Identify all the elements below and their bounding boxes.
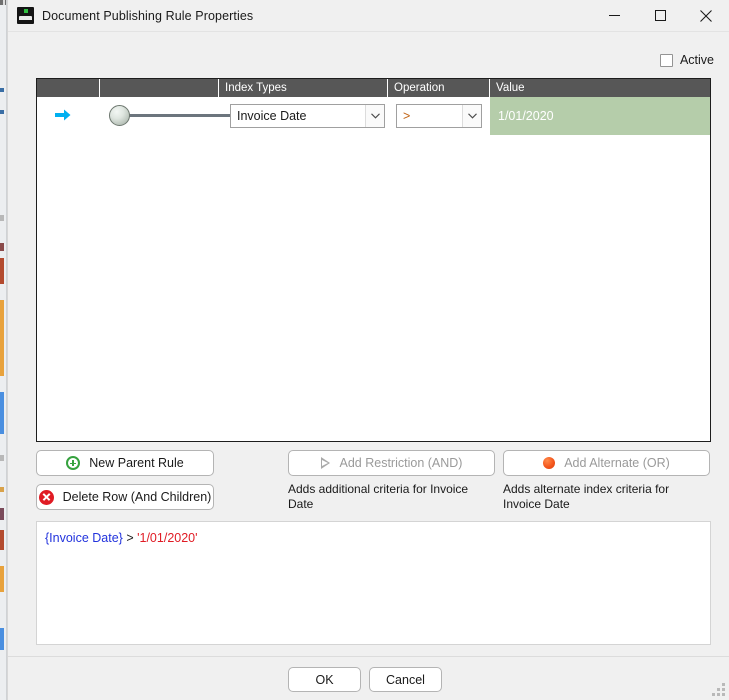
dialog-window: Document Publishing Rule Properties Acti… (7, 0, 729, 700)
background-accent-bar (0, 300, 4, 376)
play-triangle-icon (320, 457, 331, 469)
tree-node-bullet-icon[interactable] (109, 105, 130, 126)
expression-field-token: {Invoice Date} (45, 531, 123, 545)
background-accent-bar (0, 508, 4, 520)
background-accent-bar (0, 243, 4, 251)
column-header-operation[interactable]: Operation (387, 79, 489, 97)
window-controls (591, 0, 729, 31)
delete-circle-icon (38, 489, 54, 505)
background-accent-bar (0, 215, 4, 221)
add-restriction-button[interactable]: Add Restriction (AND) (288, 450, 495, 476)
background-accent-bar (0, 628, 4, 650)
column-header-value[interactable]: Value (489, 79, 710, 97)
column-header-index-types[interactable]: Index Types (218, 79, 387, 97)
operation-dropdown[interactable]: > (396, 104, 482, 128)
title-bar: Document Publishing Rule Properties (8, 0, 729, 31)
new-parent-rule-label: New Parent Rule (89, 456, 184, 470)
active-checkbox-row[interactable]: Active (659, 53, 714, 67)
current-row-arrow-icon (55, 108, 71, 122)
background-window-titlebar (0, 0, 6, 5)
plus-circle-icon (66, 456, 81, 470)
add-alternate-button[interactable]: Add Alternate (OR) (503, 450, 710, 476)
expression-preview[interactable]: {Invoice Date} > '1/01/2020' (36, 521, 711, 645)
screen: Document Publishing Rule Properties Acti… (0, 0, 729, 700)
table-row[interactable]: Invoice Date > 1/01/2020 (37, 97, 710, 135)
new-parent-rule-button[interactable]: New Parent Rule (36, 450, 214, 476)
operation-value: > (403, 109, 411, 123)
resize-grip[interactable] (712, 683, 725, 696)
add-alternate-label: Add Alternate (OR) (564, 456, 670, 470)
value-cell[interactable]: 1/01/2020 (490, 97, 710, 135)
cancel-button[interactable]: Cancel (369, 667, 442, 692)
dialog-footer: OK Cancel (8, 656, 729, 700)
ok-button[interactable]: OK (288, 667, 361, 692)
expression-operator-token: > (126, 531, 134, 545)
app-icon (17, 7, 34, 24)
expression-literal-token: '1/01/2020' (137, 531, 198, 545)
rule-grid-header: Index Types Operation Value (37, 79, 710, 97)
chevron-down-icon[interactable] (365, 105, 384, 127)
index-type-value: Invoice Date (237, 109, 307, 123)
background-accent-bar (0, 566, 4, 592)
background-accent-bar (0, 455, 4, 461)
maximize-button[interactable] (637, 0, 683, 31)
add-restriction-hint: Adds additional criteria for Invoice Dat… (288, 482, 469, 511)
delete-row-button[interactable]: Delete Row (And Children) (36, 484, 214, 510)
active-label: Active (679, 53, 714, 67)
add-restriction-label: Add Restriction (AND) (339, 456, 463, 470)
delete-row-label: Delete Row (And Children) (62, 490, 212, 504)
background-window-sliver[interactable] (0, 0, 7, 700)
background-accent-bar (0, 392, 4, 434)
background-accent-bar (0, 258, 4, 284)
background-accent-bar (0, 88, 4, 92)
background-accent-bar (0, 530, 4, 550)
close-button[interactable] (683, 0, 729, 31)
window-title: Document Publishing Rule Properties (42, 8, 254, 23)
chevron-down-icon[interactable] (462, 105, 481, 127)
column-header-indicator[interactable] (37, 79, 99, 97)
index-type-dropdown[interactable]: Invoice Date (230, 104, 385, 128)
minimize-button[interactable] (591, 0, 637, 31)
orange-dot-icon (543, 457, 556, 469)
background-accent-bar (0, 110, 4, 114)
column-header-tree[interactable] (99, 79, 218, 97)
rule-grid-body: Invoice Date > 1/01/2020 (37, 97, 710, 441)
title-bar-divider (8, 31, 729, 32)
active-checkbox[interactable] (659, 53, 673, 67)
add-alternate-hint: Adds alternate index criteria for Invoic… (503, 482, 670, 511)
background-accent-bar (0, 487, 4, 492)
rule-grid[interactable]: Index Types Operation Value Invoice Date (36, 78, 711, 442)
